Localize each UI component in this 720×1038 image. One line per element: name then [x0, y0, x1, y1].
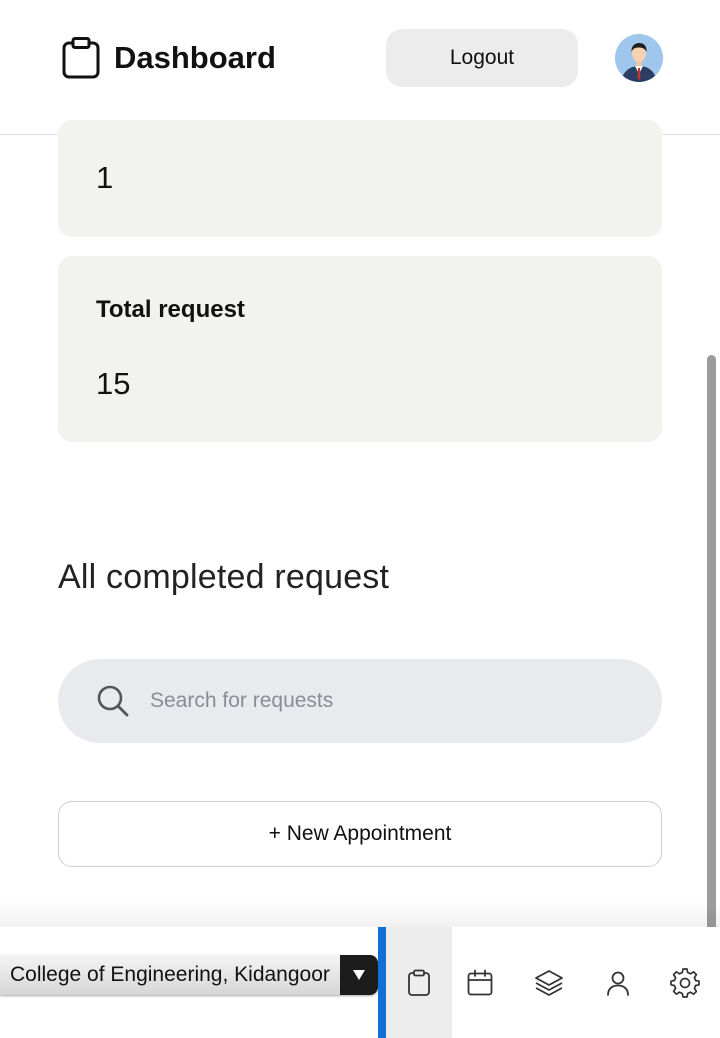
nav-item-layers[interactable] [516, 927, 582, 1038]
new-appointment-button[interactable]: + New Appointment [58, 801, 662, 867]
settings-icon [670, 967, 700, 998]
search-icon [97, 685, 129, 717]
search-bar[interactable] [58, 659, 662, 743]
avatar-image [615, 34, 663, 82]
stat-card: 1 [58, 120, 662, 237]
avatar[interactable] [615, 34, 663, 82]
page-title: Dashboard [114, 40, 276, 75]
nav-item-profile[interactable] [585, 927, 651, 1038]
bottom-bar-shadow [0, 900, 720, 928]
user-icon [607, 971, 629, 996]
clipboard-icon [62, 37, 100, 79]
brand: Dashboard [62, 37, 276, 79]
nav-item-settings[interactable] [652, 927, 718, 1038]
total-request-label: Total request [96, 296, 245, 323]
page: Dashboard Logout 1 Total request 15 All … [0, 0, 720, 1038]
section-title: All completed request [58, 558, 390, 596]
college-select-value: College of Engineering, Kidangoor [10, 963, 330, 986]
logout-button[interactable]: Logout [386, 29, 578, 87]
total-request-card: Total request 15 [58, 256, 662, 442]
layers-icon [535, 969, 563, 996]
clipboard-icon [408, 969, 430, 996]
nav-item-requests[interactable] [386, 927, 452, 1038]
app-header: Dashboard Logout [0, 0, 720, 135]
total-request-value: 15 [96, 366, 131, 401]
nav-item-calendar[interactable] [447, 927, 513, 1038]
college-select[interactable]: College of Engineering, Kidangoor [0, 955, 378, 995]
active-nav-indicator [378, 927, 386, 1038]
search-input[interactable] [148, 688, 592, 714]
chevron-down-icon[interactable] [340, 955, 378, 995]
calendar-icon [467, 969, 493, 995]
stat-value: 1 [96, 160, 114, 195]
